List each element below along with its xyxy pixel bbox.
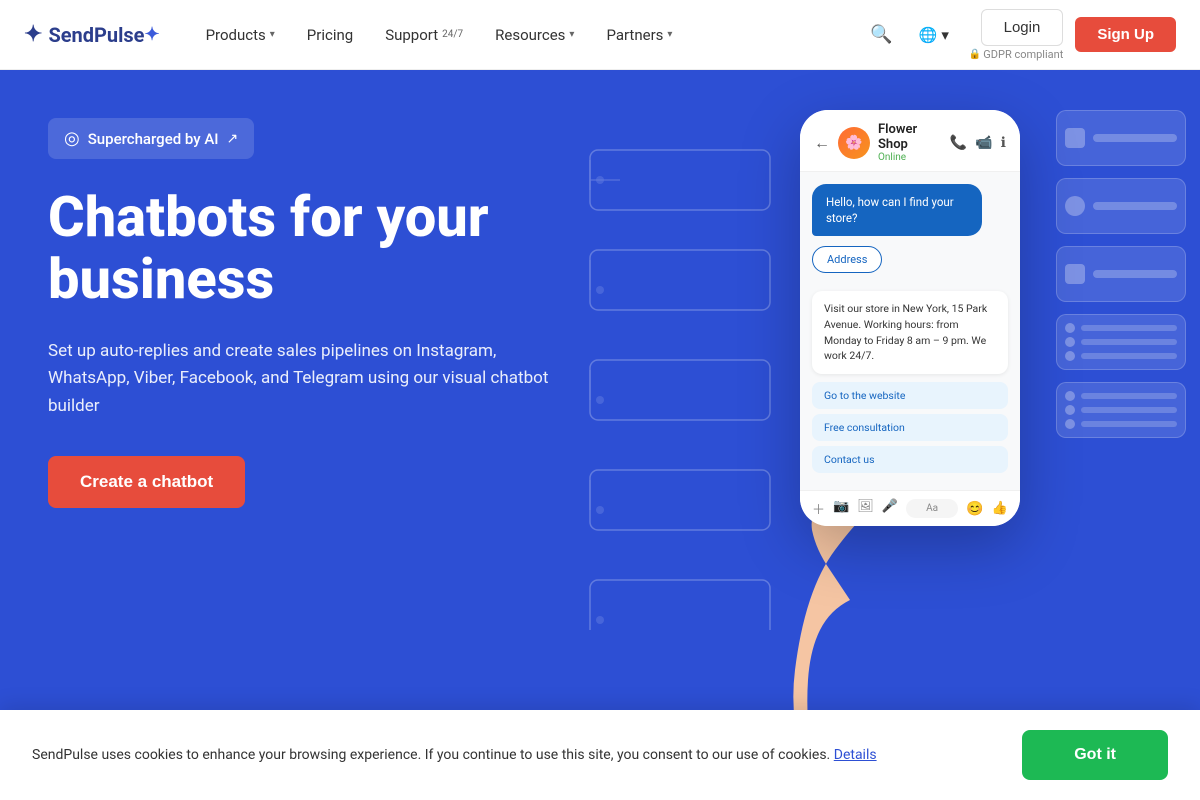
search-button[interactable]: 🔍 [864,18,898,51]
ai-icon: ◎ [64,128,80,149]
language-selector[interactable]: 🌐 ▾ [911,20,957,50]
nav-support[interactable]: Support24/7 [371,18,477,52]
hero-title-line1: Chatbots for your [48,184,489,250]
address-button[interactable]: Address [812,246,882,273]
gdpr-label: GDPR compliant [983,48,1063,61]
cookie-accept-button[interactable]: Got it [1022,730,1168,780]
login-button[interactable]: Login [981,9,1064,46]
phone-chat-body: Hello, how can I find your store? Addres… [800,172,1020,490]
products-arrow-icon: ▾ [270,29,275,40]
phone-call-icon[interactable]: 📞 [950,135,967,151]
phone-header-icons: 📞 📹 ℹ [950,135,1006,151]
lock-icon: 🔒 [969,49,981,60]
ai-badge-text: Supercharged by AI [88,130,219,148]
info-icon[interactable]: ℹ [1001,135,1006,151]
cookie-details-link[interactable]: Details [834,747,877,763]
contact-info: Flower Shop Online [878,122,942,163]
cookie-banner: SendPulse uses cookies to enhance your b… [0,710,1200,800]
phone-mockup: ← 🌸 Flower Shop Online 📞 📹 ℹ Hello, how … [800,110,1020,526]
nav-right: 🔍 🌐 ▾ Login 🔒 GDPR compliant Sign Up [864,9,1176,61]
resources-arrow-icon: ▾ [569,29,574,40]
nav-partners[interactable]: Partners ▾ [592,18,686,52]
logo[interactable]: ✦ SendPulse ✦ [24,22,160,47]
back-icon[interactable]: ← [814,133,830,153]
consultation-button[interactable]: Free consultation [812,414,1008,441]
camera-icon[interactable]: 📷 [833,499,849,518]
logo-decoration: ✦ [144,24,159,45]
external-link-icon: ↗ [227,131,239,147]
globe-icon: 🌐 [919,26,938,44]
phone-header: ← 🌸 Flower Shop Online 📞 📹 ℹ [800,110,1020,172]
logo-icon: ✦ [24,22,42,47]
website-button[interactable]: Go to the website [812,382,1008,409]
like-icon[interactable]: 👍 [992,501,1008,516]
nav-resources[interactable]: Resources ▾ [481,18,588,52]
signup-button[interactable]: Sign Up [1075,17,1176,52]
store-info: Visit our store in New York, 15 Park Ave… [812,291,1008,374]
contact-name: Flower Shop [878,122,942,152]
phone-footer-icons: ＋ 📷 🖼 🎤 [812,499,898,518]
ai-badge[interactable]: ◎ Supercharged by AI ↗ [48,118,254,159]
support-badge: 24/7 [442,29,463,40]
mic-icon[interactable]: 🎤 [882,499,898,518]
hero-content: ◎ Supercharged by AI ↗ Chatbots for your… [48,118,628,508]
navbar: ✦ SendPulse ✦ Products ▾ Pricing Support… [0,0,1200,70]
bot-message: Hello, how can I find your store? [812,184,982,236]
hero-title-line2: business [48,246,274,312]
nav-pricing[interactable]: Pricing [293,18,367,52]
add-icon[interactable]: ＋ [812,499,825,518]
hero-title: Chatbots for your business [48,187,628,310]
contact-status: Online [878,152,942,163]
partners-arrow-icon: ▾ [667,29,672,40]
search-icon: 🔍 [870,24,892,45]
emoji-icon[interactable]: 😊 [966,501,983,517]
hero-subtitle: Set up auto-replies and create sales pip… [48,338,568,420]
chat-input[interactable]: Aa [906,499,958,518]
phone-footer: ＋ 📷 🖼 🎤 Aa 😊 👍 [800,490,1020,526]
phone-with-hand: ← 🌸 Flower Shop Online 📞 📹 ℹ Hello, how … [740,90,1120,670]
image-icon[interactable]: 🖼 [857,499,874,518]
nav-links: Products ▾ Pricing Support24/7 Resources… [192,18,865,52]
contact-avatar: 🌸 [838,127,870,159]
video-call-icon[interactable]: 📹 [975,135,992,151]
cookie-text: SendPulse uses cookies to enhance your b… [32,745,877,766]
contact-button[interactable]: Contact us [812,446,1008,473]
lang-arrow-icon: ▾ [941,26,949,44]
create-chatbot-button[interactable]: Create a chatbot [48,456,245,508]
nav-products[interactable]: Products ▾ [192,18,289,52]
hero-section: ◎ Supercharged by AI ↗ Chatbots for your… [0,70,1200,800]
brand-name: SendPulse [48,23,144,47]
